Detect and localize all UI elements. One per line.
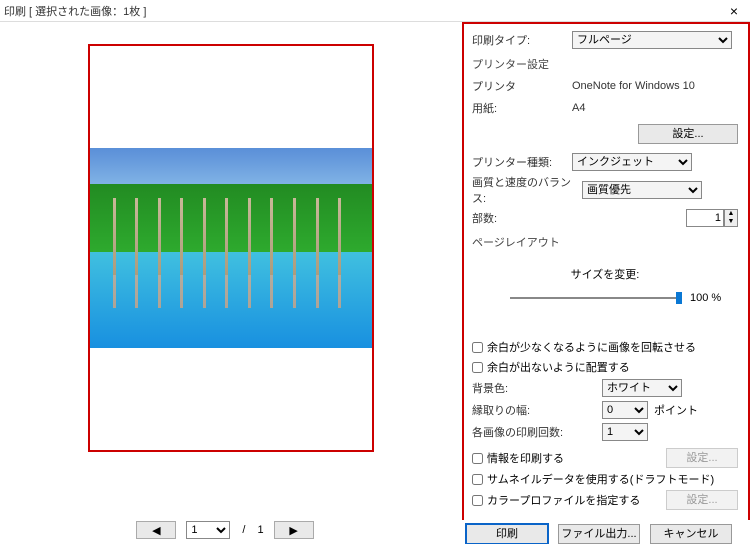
slider-thumb[interactable] [676, 292, 682, 304]
size-slider[interactable] [510, 297, 682, 299]
border-width-select[interactable]: 0 [602, 401, 648, 419]
print-type-select[interactable]: フルページ [572, 31, 732, 49]
pager: ◀ 1 / 1 ▶ [0, 518, 450, 542]
print-info-settings-button: 設定... [666, 448, 738, 468]
page-separator: / [242, 524, 245, 536]
copies-per-image-label: 各画像の印刷回数: [472, 424, 602, 440]
color-profile-label: カラープロファイルを指定する [487, 492, 640, 508]
next-page-button[interactable]: ▶ [274, 521, 314, 539]
rotate-checkbox[interactable] [472, 342, 483, 353]
quality-select[interactable]: 画質優先 [582, 181, 702, 199]
quality-label: 画質と速度のバランス: [472, 174, 582, 206]
triangle-left-icon: ◀ [152, 524, 160, 537]
titlebar: 印刷 [ 選択された画像：1枚 ] × [0, 0, 750, 22]
copies-input[interactable] [686, 209, 724, 227]
fit-checkbox[interactable] [472, 362, 483, 373]
printer-value: OneNote for Windows 10 [572, 80, 695, 92]
paper-label: 用紙: [472, 100, 572, 116]
close-icon[interactable]: × [722, 3, 746, 19]
spin-down-icon: ▼ [725, 218, 737, 226]
printer-settings-header: プリンター設定 [472, 56, 738, 72]
footer-buttons: 印刷 ファイル出力... キャンセル [450, 520, 750, 544]
preview-pane [0, 22, 462, 520]
printer-kind-label: プリンター種類: [472, 154, 572, 170]
slider-value: 100 % [690, 292, 721, 304]
printer-kind-select[interactable]: インクジェット [572, 153, 692, 171]
file-output-button[interactable]: ファイル出力... [558, 524, 640, 544]
print-info-label: 情報を印刷する [487, 450, 564, 466]
preview-page [88, 44, 374, 452]
triangle-right-icon: ▶ [289, 524, 297, 537]
thumbnail-checkbox[interactable] [472, 474, 483, 485]
copies-per-image-select[interactable]: 1 [602, 423, 648, 441]
color-profile-checkbox[interactable] [472, 495, 483, 506]
main-area: 印刷タイプ: フルページ プリンター設定 プリンタ OneNote for Wi… [0, 22, 750, 520]
print-button[interactable]: 印刷 [466, 524, 548, 544]
print-type-label: 印刷タイプ: [472, 32, 572, 48]
bg-color-select[interactable]: ホワイト [602, 379, 682, 397]
spin-up-icon: ▲ [725, 210, 737, 218]
window-title: 印刷 [ 選択された画像：1枚 ] [4, 3, 722, 19]
printer-settings-button[interactable]: 設定... [638, 124, 738, 144]
prev-page-button[interactable]: ◀ [136, 521, 176, 539]
border-width-unit: ポイント [654, 402, 698, 418]
printer-label: プリンタ [472, 78, 572, 94]
border-width-label: 縁取りの幅: [472, 402, 602, 418]
fit-checkbox-label: 余白が出ないように配置する [487, 359, 630, 375]
page-layout-header: ページレイアウト [472, 234, 738, 250]
color-profile-settings-button: 設定... [666, 490, 738, 510]
settings-panel: 印刷タイプ: フルページ プリンター設定 プリンタ OneNote for Wi… [462, 22, 750, 520]
print-info-checkbox[interactable] [472, 453, 483, 464]
preview-image [90, 148, 372, 348]
page-total: 1 [257, 524, 263, 536]
cancel-button[interactable]: キャンセル [650, 524, 732, 544]
resize-label: サイズを変更: [571, 266, 640, 282]
thumbnail-label: サムネイルデータを使用する(ドラフトモード) [487, 471, 714, 487]
bg-color-label: 背景色: [472, 380, 602, 396]
rotate-checkbox-label: 余白が少なくなるように画像を回転させる [487, 339, 696, 355]
copies-label: 部数: [472, 210, 572, 226]
copies-spinner[interactable]: ▲▼ [724, 209, 738, 227]
paper-value: A4 [572, 102, 585, 114]
page-select[interactable]: 1 [186, 521, 230, 539]
